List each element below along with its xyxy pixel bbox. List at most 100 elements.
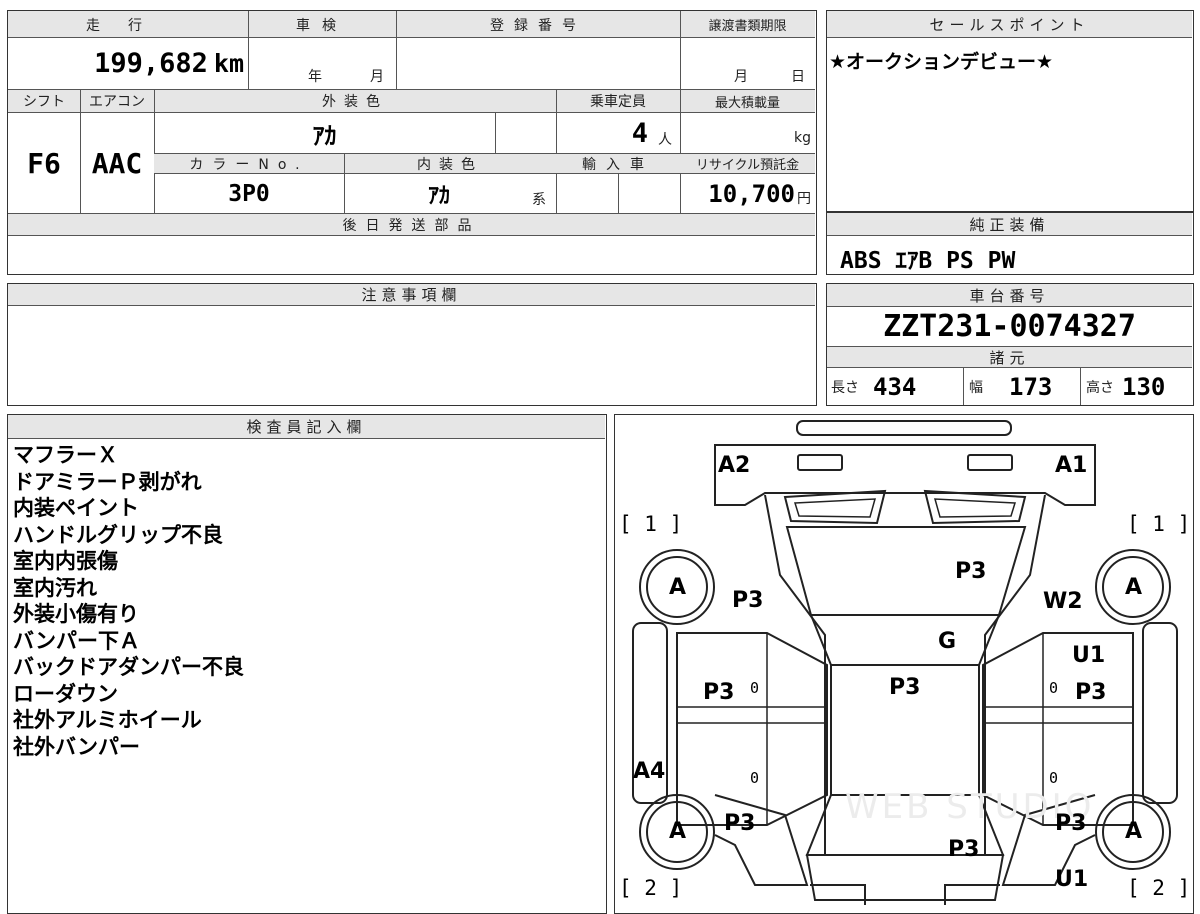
- inspector-panel: 検査員記入欄 マフラーＸ ドアミラーＰ剥がれ 内装ペイント ハンドルグリップ不良…: [7, 414, 607, 914]
- inspector-note: バックドアダンパー不良: [13, 655, 244, 679]
- inspector-note: ローダウン: [13, 681, 118, 706]
- inspector-note: 内装ペイント: [13, 496, 139, 520]
- mark-a4: A4: [633, 759, 666, 784]
- spec-length-label: 長さ: [831, 379, 859, 396]
- max-load-unit: kg: [794, 130, 811, 146]
- mileage-value-cell: 199,682 km: [8, 38, 248, 89]
- vehicle-info-form: 走行 車検 登録番号 譲渡書類期限 199,682 km 年 月 月 日 シフト…: [7, 10, 817, 275]
- inspector-note: 社外バンパー: [13, 734, 141, 759]
- mark-u1-rear-right: U1: [1055, 867, 1089, 892]
- recycle-fee-label: リサイクル預託金: [695, 158, 800, 173]
- inspector-note: 社外アルミホイール: [13, 708, 202, 732]
- import-label: 輸入車: [582, 156, 654, 173]
- spec-width-label: 幅: [969, 379, 983, 396]
- recycle-fee-value-cell: 10,700 円: [680, 174, 815, 213]
- exterior-color-label: 外装色: [322, 94, 388, 110]
- bracket-rear-left: [ 2 ]: [619, 876, 683, 900]
- mark-a2: A2: [718, 453, 751, 478]
- chassis-label: 車台番号: [827, 284, 1192, 307]
- shift-label: シフト: [23, 94, 65, 110]
- specs-label: 諸元: [827, 346, 1192, 368]
- wheel-front-left-mark: A: [669, 575, 687, 600]
- spec-width-value: 173: [1009, 372, 1053, 401]
- registration-label: 登録番号: [490, 17, 586, 34]
- shaken-month-unit: 月: [370, 69, 384, 85]
- aircon-label: エアコン: [89, 94, 145, 110]
- equipment-panel: 純正装備 ABS ｴｱB PS PW: [826, 212, 1194, 275]
- bracket-rear-right: [ 2 ]: [1127, 876, 1191, 900]
- inspector-notes: マフラーＸ ドアミラーＰ剥がれ 内装ペイント ハンドルグリップ不良 室内内張傷 …: [13, 442, 244, 760]
- spec-width: 幅 173: [969, 368, 1079, 405]
- mark-p3-rear-right-fender: P3: [1055, 811, 1087, 836]
- shaken-label: 車検: [296, 17, 348, 34]
- capacity-label: 乗車定員: [590, 94, 646, 110]
- car-outline-drawing: [632, 420, 1178, 905]
- recycle-fee-value: 10,700: [708, 179, 795, 208]
- mark-u1-front-right: U1: [1072, 643, 1106, 668]
- notes-panel: 注意事項欄: [7, 283, 817, 406]
- interior-color-label: 内装色: [417, 156, 483, 173]
- sales-point-panel: セールスポイント ★オークションデビュー★: [826, 10, 1194, 212]
- mark-p3-rear-left-fender: P3: [724, 811, 756, 836]
- wheel-rear-left-mark: A: [669, 819, 687, 844]
- notes-label: 注意事項欄: [8, 284, 815, 306]
- chassis-number: ZZT231-0074327: [883, 309, 1136, 344]
- mark-p3-front-left-fender: P3: [732, 588, 764, 613]
- equipment-text: ABS ｴｱB PS PW: [840, 248, 1016, 274]
- interior-color-value: ｱｶ: [427, 183, 450, 209]
- interior-color-suffix: 系: [532, 192, 546, 208]
- mark-a1: A1: [1055, 453, 1088, 478]
- inspector-note: バンパー下Ａ: [13, 628, 141, 653]
- mark-zero-right-front: 0: [1049, 679, 1059, 697]
- inspector-note: 室内内張傷: [13, 549, 118, 573]
- mileage-unit: km: [213, 49, 244, 78]
- bracket-front-right: [ 1 ]: [1127, 512, 1191, 536]
- mileage-value: 199,682: [94, 48, 208, 79]
- max-load-label: 最大積載量: [714, 95, 780, 111]
- inspector-note: ハンドルグリップ不良: [13, 522, 223, 547]
- inspector-note: 外装小傷有り: [13, 602, 139, 626]
- inspector-note: 室内汚れ: [13, 575, 97, 600]
- spec-height-label: 高さ: [1086, 379, 1114, 396]
- deadline-month-unit: 月: [734, 69, 748, 85]
- exterior-color-value: ｱｶ: [312, 121, 337, 150]
- transfer-deadline-label: 譲渡書類期限: [708, 19, 787, 34]
- sales-point-label: セールスポイント: [827, 11, 1192, 38]
- mark-p3-roof: P3: [889, 675, 921, 700]
- capacity-unit: 人: [658, 132, 672, 148]
- capacity-value-cell: 4 人: [556, 113, 680, 153]
- registration-value: [400, 41, 676, 86]
- spec-length: 長さ 434: [831, 368, 961, 405]
- vehicle-damage-diagram: WEB STUDIO A2 A1 [ 1 ] [ 1 ] [ 2 ] [ 2 ]…: [614, 414, 1194, 914]
- shaken-year-unit: 年: [308, 69, 322, 85]
- wheel-rear-right-mark: A: [1125, 819, 1143, 844]
- recycle-fee-unit: 円: [797, 190, 811, 207]
- shift-value: F6: [27, 146, 61, 180]
- later-parts-label: 後日発送部品: [342, 217, 481, 234]
- wheel-front-right-mark: A: [1125, 575, 1143, 600]
- mark-p3-right-front-door: P3: [1075, 680, 1107, 705]
- mark-zero-left-rear: 0: [750, 769, 760, 787]
- mark-p3-left-front-door: P3: [703, 680, 735, 705]
- color-no-label: カラーNo.: [189, 156, 309, 173]
- spec-height: 高さ 130: [1086, 368, 1192, 405]
- spec-length-value: 434: [873, 372, 917, 401]
- inspector-label: 検査員記入欄: [8, 415, 605, 439]
- sales-point-text: ★オークションデビュー★: [829, 51, 1054, 73]
- aircon-value: AAC: [91, 146, 143, 180]
- chassis-specs-panel: 車台番号 ZZT231-0074327 諸元 長さ 434 幅 173 高さ 1…: [826, 283, 1194, 406]
- mark-p3-rear-window: P3: [948, 837, 980, 862]
- mark-p3-hood: P3: [955, 559, 987, 584]
- inspector-note: マフラーＸ: [13, 443, 118, 467]
- color-no-value: 3P0: [228, 180, 270, 207]
- equipment-label: 純正装備: [827, 213, 1192, 236]
- capacity-value: 4: [631, 117, 648, 149]
- mileage-label: 走行: [86, 17, 170, 34]
- mark-w2: W2: [1043, 589, 1083, 614]
- mark-zero-right-rear: 0: [1049, 769, 1059, 787]
- mark-g-windshield: G: [938, 629, 957, 654]
- spec-height-value: 130: [1122, 372, 1166, 401]
- mark-zero-left-front: 0: [750, 679, 760, 697]
- bracket-front-left: [ 1 ]: [619, 512, 683, 536]
- deadline-day-unit: 日: [791, 69, 805, 85]
